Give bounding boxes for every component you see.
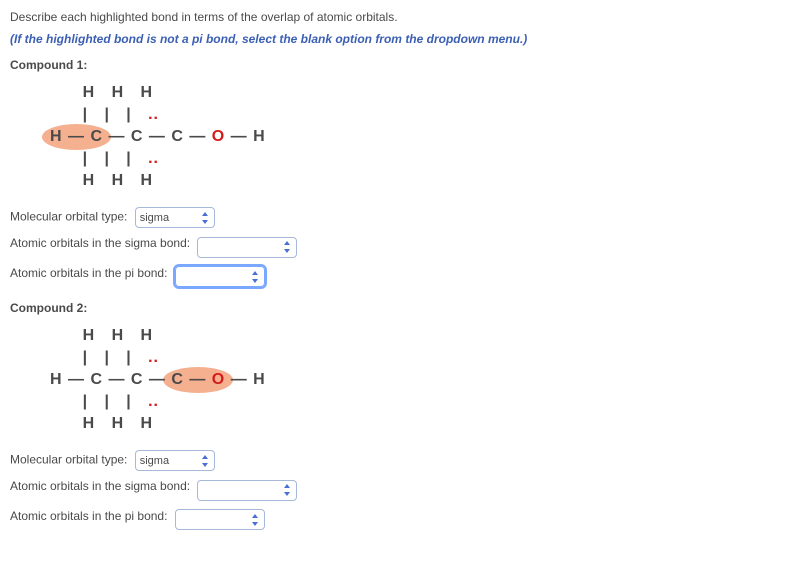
c1-orbital-type-select[interactable]: sigma (135, 207, 215, 228)
c2-sigma-orbitals-select[interactable] (197, 480, 297, 501)
c1-sigma-orbitals-select[interactable] (197, 237, 297, 258)
c1-pi-orbitals-select[interactable] (175, 266, 265, 287)
c2-orbital-type-select[interactable]: sigma (135, 450, 215, 471)
compound1-label: Compound 1: (10, 58, 782, 72)
compound1-structure: H H H | | | .. H — C — C — C — O — H | |… (50, 82, 782, 192)
c2-q2-label: Atomic orbitals in the sigma bond: (10, 479, 190, 493)
chevron-updown-icon (200, 454, 210, 468)
chevron-updown-icon (200, 211, 210, 225)
chevron-updown-icon (250, 270, 260, 284)
c2-pi-orbitals-select[interactable] (175, 509, 265, 530)
instruction-text: Describe each highlighted bond in terms … (10, 10, 782, 24)
compound2-structure: H H H | | | .. H — C — C — C — O — H | |… (50, 325, 782, 435)
chevron-updown-icon (250, 513, 260, 527)
c2-q1-label: Molecular orbital type: (10, 453, 127, 467)
chevron-updown-icon (282, 483, 292, 497)
c1-q3-label: Atomic orbitals in the pi bond: (10, 266, 167, 280)
c1-q1-label: Molecular orbital type: (10, 210, 127, 224)
compound2-label: Compound 2: (10, 301, 782, 315)
chevron-updown-icon (282, 240, 292, 254)
c2-q3-label: Atomic orbitals in the pi bond: (10, 509, 167, 523)
c1-q2-label: Atomic orbitals in the sigma bond: (10, 236, 190, 250)
hint-text: (If the highlighted bond is not a pi bon… (10, 32, 782, 46)
